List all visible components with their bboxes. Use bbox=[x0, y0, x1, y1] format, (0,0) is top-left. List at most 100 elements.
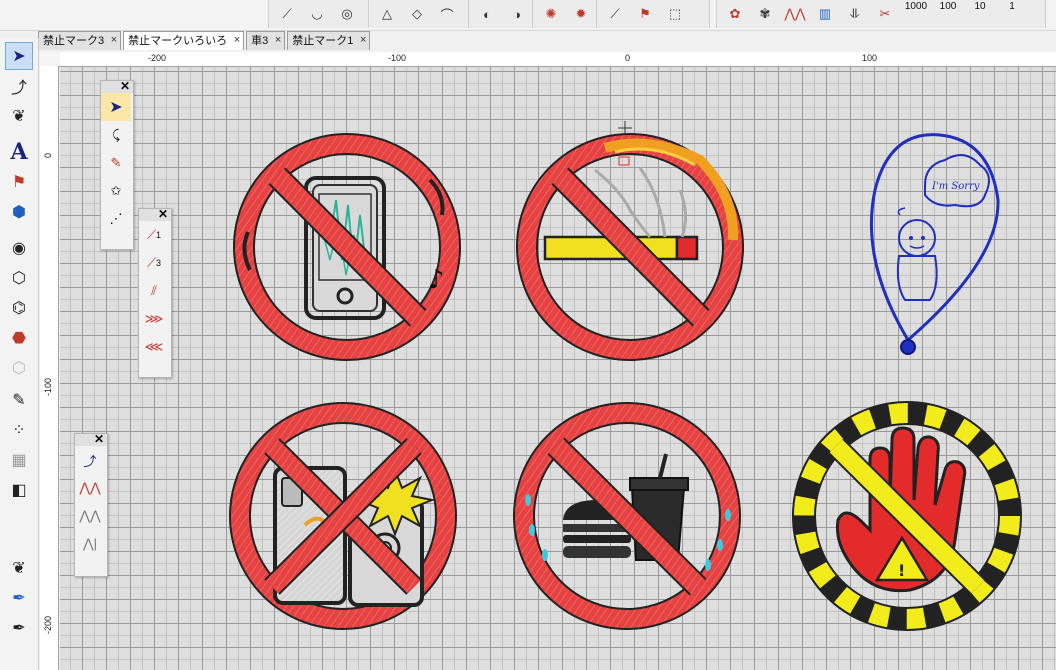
svg-text:♪: ♪ bbox=[428, 265, 445, 295]
red-hexagon-icon[interactable]: ⬣ bbox=[5, 324, 33, 352]
hexagon-icon[interactable]: ⬡ bbox=[5, 264, 33, 292]
no-touch-sign[interactable]: ! bbox=[792, 401, 1022, 631]
node-select-icon[interactable]: ⤴ bbox=[5, 72, 33, 100]
tab-label: 禁止マーク1 bbox=[292, 35, 354, 47]
ruler-label: 0 bbox=[43, 153, 53, 159]
step-10-label: 10 bbox=[974, 1, 986, 12]
select-arrow-icon[interactable]: ➤ bbox=[101, 93, 131, 121]
node-add-icon[interactable]: ◇ bbox=[403, 1, 431, 27]
outline-shape-icon[interactable]: ⌬ bbox=[5, 294, 33, 322]
needle-icon[interactable]: ⥥ bbox=[841, 1, 869, 27]
select-region-icon[interactable]: ⬚ bbox=[661, 1, 689, 27]
zigzag-stitch-icon[interactable]: ⋀⋀ bbox=[781, 1, 809, 27]
zigzag-fill-icon[interactable]: ⋘ bbox=[139, 333, 169, 361]
toolbar-group-stitch: ✿ ✾ ⋀⋀ ▥ ⥥ ✂ 1000 100 10 1 bbox=[716, 0, 1046, 28]
grey-zigzag-end-icon[interactable]: ⋀| bbox=[75, 530, 105, 558]
pencil-icon[interactable]: ✎ bbox=[5, 386, 33, 414]
tab-kinshi-mark-iroiro[interactable]: 禁止マークいろいろ × bbox=[123, 31, 245, 50]
polyline-icon[interactable]: ⟋ bbox=[601, 1, 629, 27]
step-100-label: 100 bbox=[939, 1, 957, 12]
palette-close-icon[interactable]: ✕ bbox=[158, 207, 168, 221]
sequence-icon[interactable]: ❦ bbox=[5, 554, 33, 582]
point-select-icon[interactable]: ⋰ bbox=[101, 205, 131, 233]
step-100-button[interactable]: 100 bbox=[933, 1, 963, 27]
no-food-sign[interactable] bbox=[513, 402, 741, 630]
merge-shape-icon[interactable]: ◧ bbox=[5, 476, 33, 504]
top-toolbar: ⟋ ◡ ◎ △ ◇ ⌒ ◐ ◑ ✺ ✹ ⟋ ⚑ ⬚ ✿ ✾ ⋀⋀ ▥ ⥥ ✂ 1… bbox=[0, 0, 1056, 31]
tab-label: 車3 bbox=[251, 35, 269, 47]
motif-icon[interactable]: ✾ bbox=[751, 1, 779, 27]
design-canvas[interactable]: ♪ I'm Sorry ! bbox=[60, 67, 1056, 670]
palette-close-icon[interactable]: ✕ bbox=[94, 432, 104, 446]
toolbar-group-shapes: ⟋ ◡ ◎ bbox=[268, 0, 376, 28]
star-select-icon[interactable]: ✩ bbox=[101, 177, 131, 205]
tab-close-icon[interactable]: × bbox=[111, 32, 117, 48]
sorry-pin-design[interactable]: I'm Sorry bbox=[869, 133, 1000, 355]
circle-fill-icon[interactable]: ✺ bbox=[537, 1, 565, 27]
running-stitch-1-icon[interactable]: ⟋ 1 bbox=[139, 221, 169, 249]
palette-header: ✕ bbox=[101, 79, 133, 93]
toolbar-group-misc: ⟋ ⚑ ⬚ bbox=[596, 0, 710, 28]
flag-icon[interactable]: ⚑ bbox=[631, 1, 659, 27]
lasso-select-icon[interactable]: ⤹ bbox=[101, 121, 131, 149]
ruler-corner bbox=[40, 52, 61, 67]
ring-tool-icon[interactable]: ◎ bbox=[333, 1, 361, 27]
step-1000-label: 1000 bbox=[904, 1, 928, 12]
palette-close-icon[interactable]: ✕ bbox=[120, 79, 130, 93]
node-tool-icon[interactable]: ⤴ bbox=[75, 446, 105, 474]
document-tabs: 禁止マーク3 × 禁止マークいろいろ × 車3 × 禁止マーク1 × bbox=[38, 31, 371, 50]
trim-icon[interactable]: ✂ bbox=[871, 1, 899, 27]
stitch-count-label: 1 bbox=[156, 230, 162, 240]
red-zigzag-icon[interactable]: ⋀⋀ bbox=[75, 474, 105, 502]
step-1-button[interactable]: 1 bbox=[997, 1, 1027, 27]
ruler-label: 0 bbox=[625, 53, 631, 63]
spool-icon[interactable]: ▥ bbox=[811, 1, 839, 27]
palette-header: ✕ bbox=[75, 432, 107, 446]
applique-icon[interactable]: ✿ bbox=[721, 1, 749, 27]
sorry-bubble-text: I'm Sorry bbox=[931, 181, 980, 192]
edit-palette: ✕ ⤴ ⋀⋀ ⋀⋀ ⋀| bbox=[74, 432, 108, 577]
canvas-designs: ♪ I'm Sorry ! bbox=[229, 121, 1022, 631]
dot-icon[interactable]: ⁘ bbox=[5, 416, 33, 444]
step-10-button[interactable]: 10 bbox=[965, 1, 995, 27]
ruler-label: -100 bbox=[43, 378, 53, 397]
tab-close-icon[interactable]: × bbox=[275, 32, 281, 48]
stitch-pen-alt-icon[interactable]: ✒ bbox=[5, 614, 33, 642]
no-smoking-sign[interactable] bbox=[516, 121, 744, 361]
tab-close-icon[interactable]: × bbox=[360, 32, 366, 48]
satin-stitch-icon[interactable]: ⋙ bbox=[139, 305, 169, 333]
tab-close-icon[interactable]: × bbox=[234, 32, 240, 48]
ruler-label: -200 bbox=[43, 616, 53, 635]
circle-segment-icon[interactable]: ✹ bbox=[567, 1, 595, 27]
mirror-icon[interactable]: ◑ bbox=[503, 1, 531, 27]
line-tool-icon[interactable]: ⟋ bbox=[273, 1, 301, 27]
digitize-icon[interactable]: ❦ bbox=[5, 102, 33, 130]
tab-kinshi-mark-3[interactable]: 禁止マーク3 × bbox=[38, 31, 122, 50]
tab-kuruma-3[interactable]: 車3 × bbox=[246, 31, 286, 50]
badge-icon[interactable]: ⬢ bbox=[5, 198, 33, 226]
no-photo-sign[interactable] bbox=[229, 402, 457, 630]
curve-tool-icon[interactable]: ⌒ bbox=[433, 1, 461, 27]
select-tools-palette: ✕ ➤ ⤹ ✎ ✩ ⋰ bbox=[100, 79, 134, 250]
circle-target-icon[interactable]: ◉ bbox=[5, 234, 33, 262]
ruler-label: -200 bbox=[148, 53, 167, 63]
palette-header: ✕ bbox=[139, 207, 171, 221]
no-phone-sign[interactable]: ♪ bbox=[233, 133, 461, 361]
step-1000-button[interactable]: 1000 bbox=[901, 1, 931, 27]
color-select-icon[interactable]: ✎ bbox=[101, 149, 131, 177]
tab-kinshi-mark-1[interactable]: 禁止マーク1 × bbox=[287, 31, 371, 50]
node-edit-icon[interactable]: △ bbox=[373, 1, 401, 27]
select-arrow-icon[interactable]: ➤ bbox=[5, 42, 33, 70]
grid-shape-icon[interactable]: ▦ bbox=[5, 446, 33, 474]
left-toolbar: ➤ ⤴ ❦ A ⚑ ⬢ ◉ ⬡ ⌬ ⬣ ⬡ ✎ ⁘ ▦ ◧ ❦ ✒ ✒ bbox=[0, 38, 39, 670]
ruler-vertical: 0 -100 -200 bbox=[40, 66, 59, 670]
stitch-palette: ✕ ⟋ 1 ⟋ 3 ⫽ ⋙ ⋘ bbox=[138, 207, 172, 378]
text-tool-icon[interactable]: A bbox=[5, 138, 33, 166]
stitch-pen-icon[interactable]: ✒ bbox=[5, 584, 33, 612]
grey-zigzag-icon[interactable]: ⋀⋀ bbox=[75, 502, 105, 530]
rotate-icon[interactable]: ◐ bbox=[473, 1, 501, 27]
monogram-icon[interactable]: ⚑ bbox=[5, 168, 33, 196]
arc-tool-icon[interactable]: ◡ bbox=[303, 1, 331, 27]
running-stitch-3-icon[interactable]: ⟋ 3 bbox=[139, 249, 169, 277]
triple-stitch-icon[interactable]: ⫽ bbox=[139, 277, 169, 305]
